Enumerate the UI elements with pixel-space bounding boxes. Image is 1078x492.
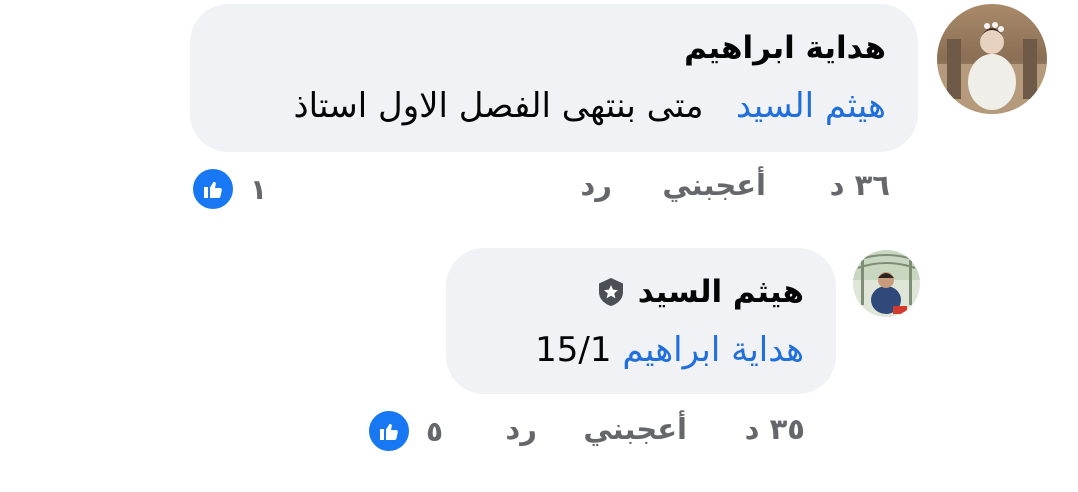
star-badge-icon[interactable]	[596, 277, 626, 307]
like-button[interactable]: أعجبني	[662, 168, 766, 202]
comment-bubble: هداية ابراهيم هيثم السيد متى بنتهى الفصل…	[190, 4, 918, 152]
timestamp[interactable]: ٣٦ د	[830, 168, 890, 202]
avatar[interactable]	[853, 250, 920, 317]
comment-author[interactable]: هداية ابراهيم	[684, 30, 886, 66]
comment-text: هيثم السيد متى بنتهى الفصل الاول استاذ	[293, 86, 886, 126]
mention-link[interactable]: هداية ابراهيم	[622, 330, 804, 370]
comment-text: هداية ابراهيم 15/1	[535, 330, 804, 370]
thumbs-up-icon	[366, 408, 412, 454]
reactions-summary[interactable]: ٥	[366, 408, 443, 454]
comment-actions: ٣٦ د أعجبني رد	[0, 168, 890, 208]
reply-button[interactable]: رد	[505, 412, 537, 446]
reply-author-row: هيثم السيد	[596, 274, 804, 310]
reply-button[interactable]: رد	[580, 168, 612, 202]
reaction-count: ٥	[426, 414, 444, 448]
mention-link[interactable]: هيثم السيد	[736, 86, 886, 126]
reply-bubble: هيثم السيد هداية ابراهيم 15/1	[446, 248, 836, 394]
profile-photo-icon	[937, 4, 1047, 114]
reaction-count: ١	[250, 172, 268, 206]
comments-thread: هداية ابراهيم هيثم السيد متى بنتهى الفصل…	[0, 0, 1078, 492]
avatar[interactable]	[937, 4, 1047, 114]
like-button[interactable]: أعجبني	[583, 412, 687, 446]
comment-body: 15/1	[535, 330, 612, 370]
comment-body: متى بنتهى الفصل الاول استاذ	[293, 86, 704, 126]
timestamp[interactable]: ٣٥ د	[745, 412, 805, 446]
comment-author[interactable]: هيثم السيد	[638, 274, 804, 310]
profile-photo-icon	[853, 250, 920, 317]
thumbs-up-icon	[190, 166, 236, 212]
reactions-summary[interactable]: ١	[190, 166, 267, 212]
